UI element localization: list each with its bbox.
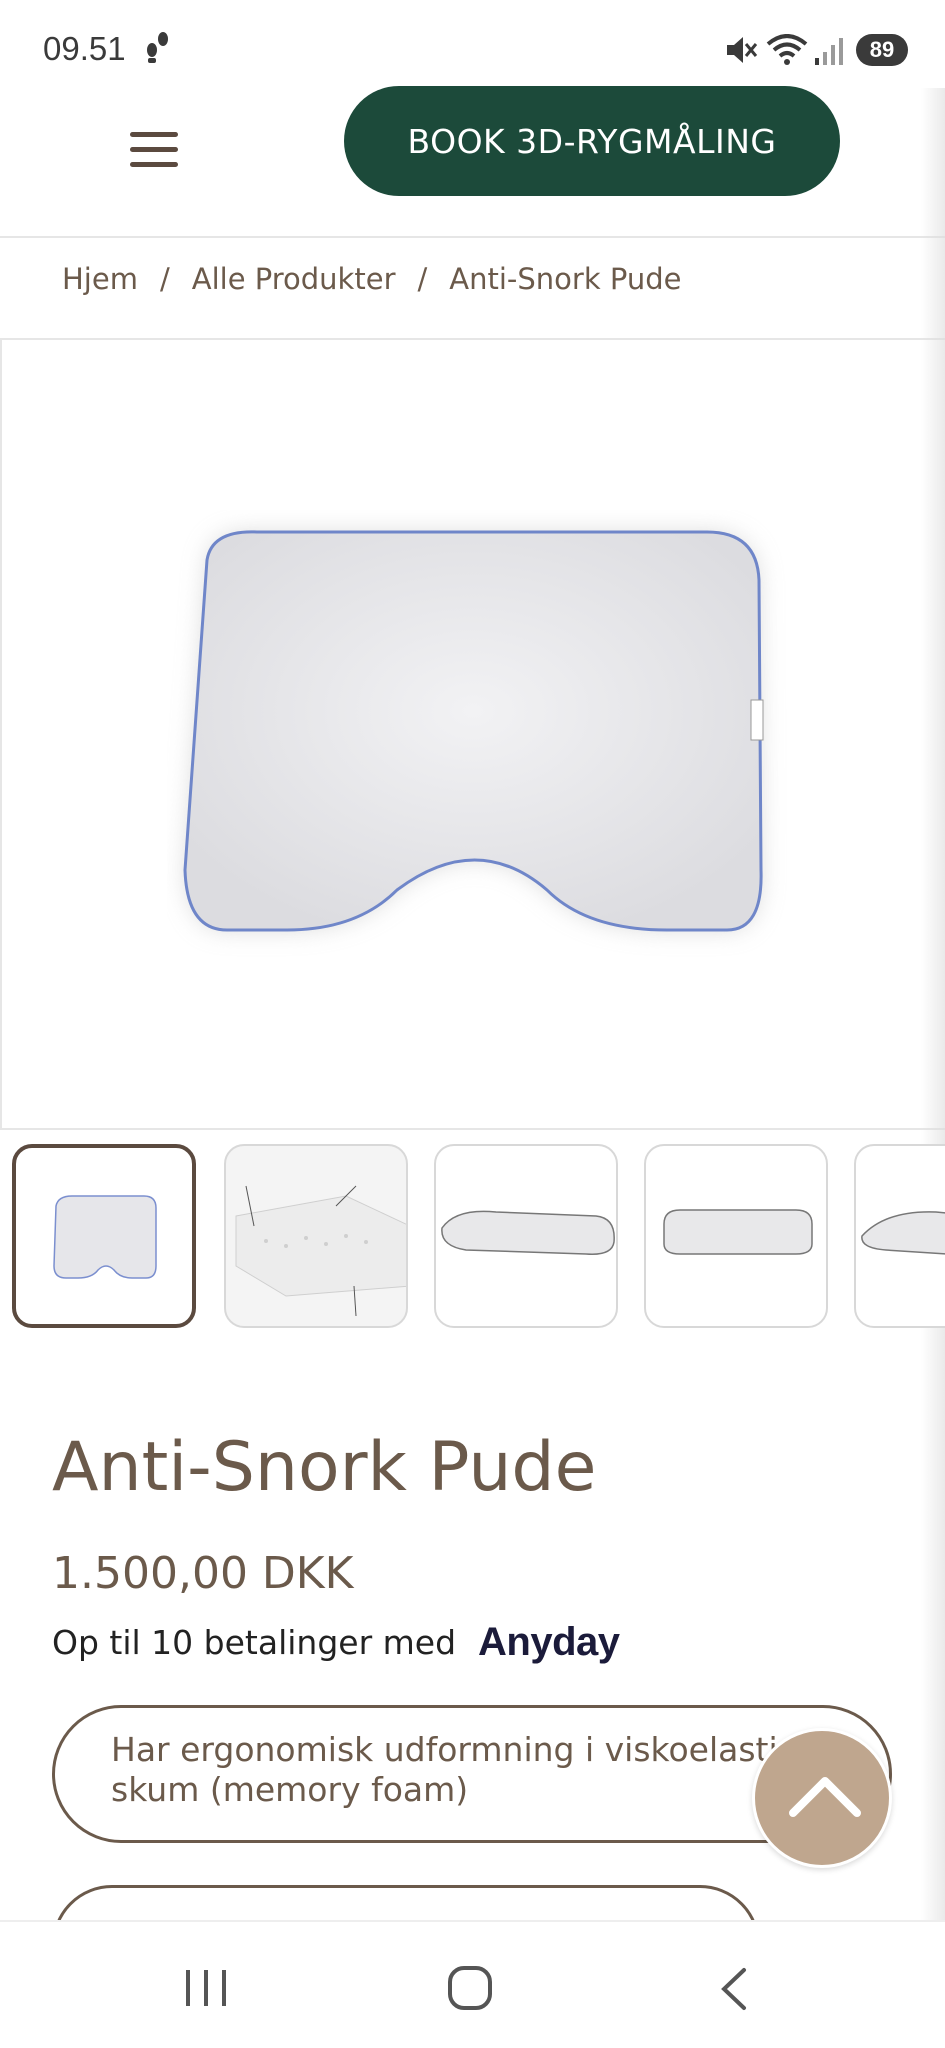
thumbnail-4[interactable] — [644, 1144, 828, 1328]
back-icon[interactable] — [716, 1966, 750, 2012]
home-icon[interactable] — [446, 1964, 494, 2012]
product-main-image[interactable] — [0, 340, 945, 1130]
system-nav-bar — [0, 1920, 945, 2048]
signal-icon — [815, 38, 843, 65]
status-time: 09.51 — [43, 30, 126, 67]
pillow-image — [183, 530, 764, 932]
thumbnail-2[interactable] — [224, 1144, 408, 1328]
book-3d-scan-button[interactable]: BOOK 3D-RYGMÅLING — [344, 86, 840, 196]
breadcrumb-separator: / — [417, 262, 428, 296]
breadcrumb-all-products[interactable]: Alle Produkter — [192, 262, 396, 296]
breadcrumb-home[interactable]: Hjem — [62, 262, 138, 296]
thumbnail-strip — [0, 1140, 945, 1340]
battery-indicator: 89 — [856, 34, 908, 66]
footsteps-icon — [147, 32, 168, 63]
product-price: 1.500,00 DKK — [52, 1548, 354, 1599]
breadcrumb: Hjem / Alle Produkter / Anti-Snork Pude — [62, 262, 681, 296]
anyday-logo[interactable]: Anyday — [478, 1620, 620, 1665]
recent-apps-icon[interactable] — [184, 1968, 228, 2008]
site-header: BOOK 3D-RYGMÅLING — [0, 86, 945, 238]
mute-icon — [727, 37, 758, 63]
chevron-up-icon — [789, 1777, 861, 1817]
thumbnail-1[interactable] — [12, 1144, 196, 1328]
status-bar: 09.51 89 — [0, 0, 945, 88]
thumbnail-3[interactable] — [434, 1144, 618, 1328]
scroll-to-top-button[interactable] — [752, 1728, 892, 1868]
installments-info: Op til 10 betalinger med Anyday — [52, 1620, 620, 1665]
thumbnail-5[interactable] — [854, 1144, 945, 1328]
breadcrumb-separator: / — [159, 262, 170, 296]
breadcrumb-current: Anti-Snork Pude — [449, 262, 682, 296]
hamburger-icon[interactable] — [130, 110, 184, 170]
installments-text: Op til 10 betalinger med — [52, 1623, 457, 1662]
wifi-icon — [766, 34, 808, 65]
product-title: Anti-Snork Pude — [52, 1428, 597, 1507]
